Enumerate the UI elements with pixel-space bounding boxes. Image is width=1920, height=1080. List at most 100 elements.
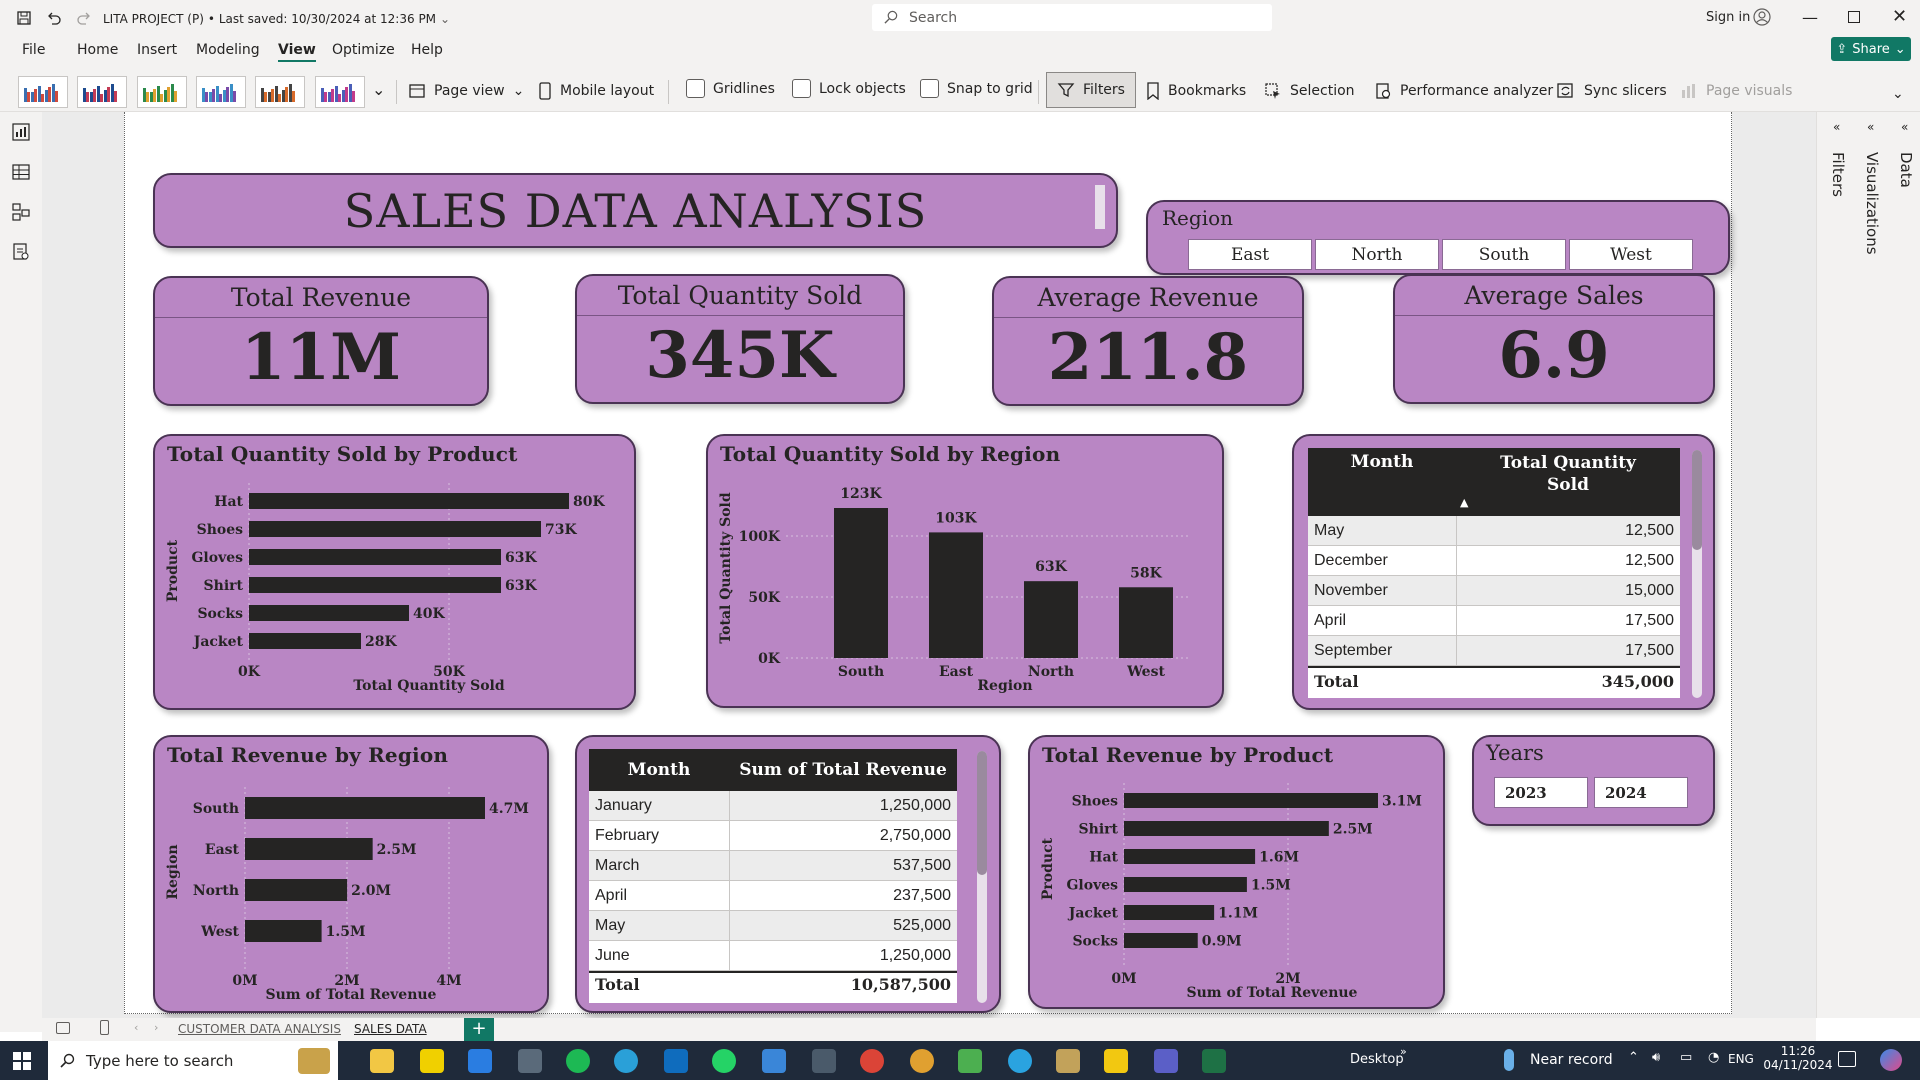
page-tab-customer-data[interactable]: CUSTOMER DATA ANALYSIS xyxy=(178,1022,341,1036)
visualizations-pane-tab[interactable]: Visualizations xyxy=(1863,152,1881,255)
chrome-icon[interactable] xyxy=(860,1049,884,1073)
column-header-month[interactable]: Month xyxy=(589,760,729,780)
undo-icon[interactable] xyxy=(42,6,66,30)
theme-thumbnail[interactable] xyxy=(196,76,246,108)
month-revenue-table[interactable]: Month Sum of Total Revenue January 1,250,… xyxy=(589,749,957,1003)
table-row[interactable]: April 237,500 xyxy=(589,881,957,911)
region-slicer[interactable]: Region East North South West xyxy=(1146,200,1730,275)
sign-in-link[interactable]: Sign in xyxy=(1706,10,1750,25)
redo-icon[interactable] xyxy=(72,6,96,30)
table-row[interactable]: March 537,500 xyxy=(589,851,957,881)
chrome-profile-icon[interactable] xyxy=(910,1049,934,1073)
lock-objects-checkbox[interactable]: Lock objects xyxy=(792,79,906,98)
power-bi-icon[interactable] xyxy=(1104,1049,1128,1073)
filters-button[interactable]: Filters xyxy=(1046,72,1136,108)
region-option-north[interactable]: North xyxy=(1315,239,1439,270)
app-icon[interactable] xyxy=(518,1049,542,1073)
battery-icon[interactable]: ▭ xyxy=(1680,1050,1692,1065)
excel-icon[interactable] xyxy=(1202,1049,1226,1073)
store-icon[interactable] xyxy=(468,1049,492,1073)
menu-optimize[interactable]: Optimize xyxy=(332,40,395,60)
selection-button[interactable]: Selection xyxy=(1264,82,1355,100)
table-row[interactable]: April 17,500 xyxy=(1308,606,1680,636)
theme-thumbnail[interactable] xyxy=(18,76,68,108)
menu-view[interactable]: View xyxy=(278,40,316,62)
notifications-icon[interactable] xyxy=(1838,1051,1856,1067)
dax-query-icon[interactable] xyxy=(11,242,31,262)
file-explorer-icon[interactable] xyxy=(370,1049,394,1073)
share-button[interactable]: ⇪ Share ⌄ xyxy=(1831,37,1911,61)
chevron-right-icon[interactable]: » xyxy=(1400,1045,1407,1058)
theme-thumbnail[interactable] xyxy=(137,76,187,108)
ribbon-collapse-icon[interactable]: ⌄ xyxy=(1892,86,1904,102)
theme-thumbnail[interactable] xyxy=(315,76,365,108)
data-pane-tab[interactable]: Data xyxy=(1897,152,1915,188)
taskbar-search-input[interactable]: Type here to search xyxy=(48,1041,338,1080)
calculator-icon[interactable] xyxy=(812,1049,836,1073)
wifi-icon[interactable]: ◔ xyxy=(1708,1050,1719,1065)
table-row[interactable]: September 17,500 xyxy=(1308,636,1680,666)
desktop-toolbar[interactable]: Desktop xyxy=(1350,1052,1404,1067)
mobile-layout-button[interactable]: Mobile layout xyxy=(538,82,654,100)
scrollbar-track[interactable] xyxy=(1692,450,1702,698)
column-header-month[interactable]: Month xyxy=(1308,448,1456,516)
mobile-page-icon[interactable] xyxy=(100,1020,109,1035)
table-row[interactable]: May 525,000 xyxy=(589,911,957,941)
menu-help[interactable]: Help xyxy=(411,40,443,60)
region-option-east[interactable]: East xyxy=(1188,239,1312,270)
language-indicator[interactable]: ENG xyxy=(1728,1052,1754,1066)
table-row[interactable]: January 1,250,000 xyxy=(589,791,957,821)
table-row[interactable]: December 12,500 xyxy=(1308,546,1680,576)
scrollbar-track[interactable] xyxy=(977,751,987,1003)
kpi-card-total-quantity[interactable]: Total Quantity Sold 345K xyxy=(575,274,905,404)
snipping-tool-icon[interactable] xyxy=(1056,1049,1080,1073)
windows-start-icon[interactable] xyxy=(12,1051,32,1071)
year-option-2024[interactable]: 2024 xyxy=(1594,777,1688,808)
month-revenue-table-card[interactable]: Month Sum of Total Revenue January 1,250,… xyxy=(575,735,1001,1013)
search-input[interactable]: Search xyxy=(872,4,1272,31)
chevron-up-icon[interactable]: ⌃ xyxy=(1628,1050,1639,1065)
collapse-data-icon[interactable]: « xyxy=(1901,120,1908,134)
outlook-icon[interactable] xyxy=(664,1049,688,1073)
themes-expand-icon[interactable]: ⌄ xyxy=(372,80,385,99)
table-row[interactable]: June 1,250,000 xyxy=(589,941,957,971)
month-qty-table-card[interactable]: Month Total Quantity Sold ▲ May 12,500 Dec… xyxy=(1292,434,1715,710)
column-header-total-quantity[interactable]: Total Quantity Sold ▲ xyxy=(1456,448,1680,516)
collapse-visualizations-icon[interactable]: « xyxy=(1867,120,1874,134)
chart-qty-by-region[interactable]: Total Quantity Sold by Region 0K 50K 100K 1… xyxy=(706,434,1224,708)
scroll-tabs-right-icon[interactable]: › xyxy=(154,1021,158,1034)
save-icon[interactable] xyxy=(12,6,36,30)
years-slicer[interactable]: Years 2023 2024 xyxy=(1472,735,1715,826)
column-header-revenue[interactable]: Sum of Total Revenue xyxy=(729,760,957,780)
report-title-card[interactable]: SALES DATA ANALYSIS xyxy=(153,173,1118,248)
year-option-2023[interactable]: 2023 xyxy=(1494,777,1588,808)
kpi-card-average-sales[interactable]: Average Sales 6.9 xyxy=(1393,274,1715,404)
account-icon[interactable] xyxy=(1752,7,1772,27)
close-icon[interactable]: ✕ xyxy=(1892,6,1907,27)
stocks-icon[interactable] xyxy=(958,1049,982,1073)
sticky-notes-icon[interactable] xyxy=(420,1049,444,1073)
minimize-icon[interactable]: — xyxy=(1802,8,1818,27)
menu-insert[interactable]: Insert xyxy=(137,40,177,60)
page-view-button[interactable]: Page view ⌄ xyxy=(408,82,524,100)
kpi-card-total-revenue[interactable]: Total Revenue 11M xyxy=(153,276,489,406)
teams-icon[interactable] xyxy=(1154,1049,1178,1073)
edge-icon[interactable] xyxy=(614,1049,638,1073)
copilot-icon[interactable] xyxy=(1880,1049,1902,1071)
sync-slicers-button[interactable]: Sync slicers xyxy=(1556,82,1667,100)
page-navigator-icon[interactable] xyxy=(56,1022,70,1034)
performance-analyzer-button[interactable]: Performance analyzer xyxy=(1374,82,1553,100)
menu-file[interactable]: File xyxy=(22,40,45,60)
bookmarks-button[interactable]: Bookmarks xyxy=(1146,82,1246,100)
month-qty-table[interactable]: Month Total Quantity Sold ▲ May 12,500 Dec… xyxy=(1308,448,1680,698)
model-view-icon[interactable] xyxy=(11,202,31,222)
theme-thumbnail[interactable] xyxy=(255,76,305,108)
document-title[interactable]: LITA PROJECT (P) • Last saved: 10/30/202… xyxy=(103,12,450,26)
gridlines-checkbox[interactable]: Gridlines xyxy=(686,79,775,98)
weather-status[interactable]: Near record xyxy=(1530,1052,1613,1068)
region-option-south[interactable]: South xyxy=(1442,239,1566,270)
chart-qty-by-product[interactable]: Total Quantity Sold by Product Hat 80K Sho… xyxy=(153,434,636,710)
table-row[interactable]: November 15,000 xyxy=(1308,576,1680,606)
theme-thumbnail[interactable] xyxy=(77,76,127,108)
filters-pane-tab[interactable]: Filters xyxy=(1829,152,1847,197)
